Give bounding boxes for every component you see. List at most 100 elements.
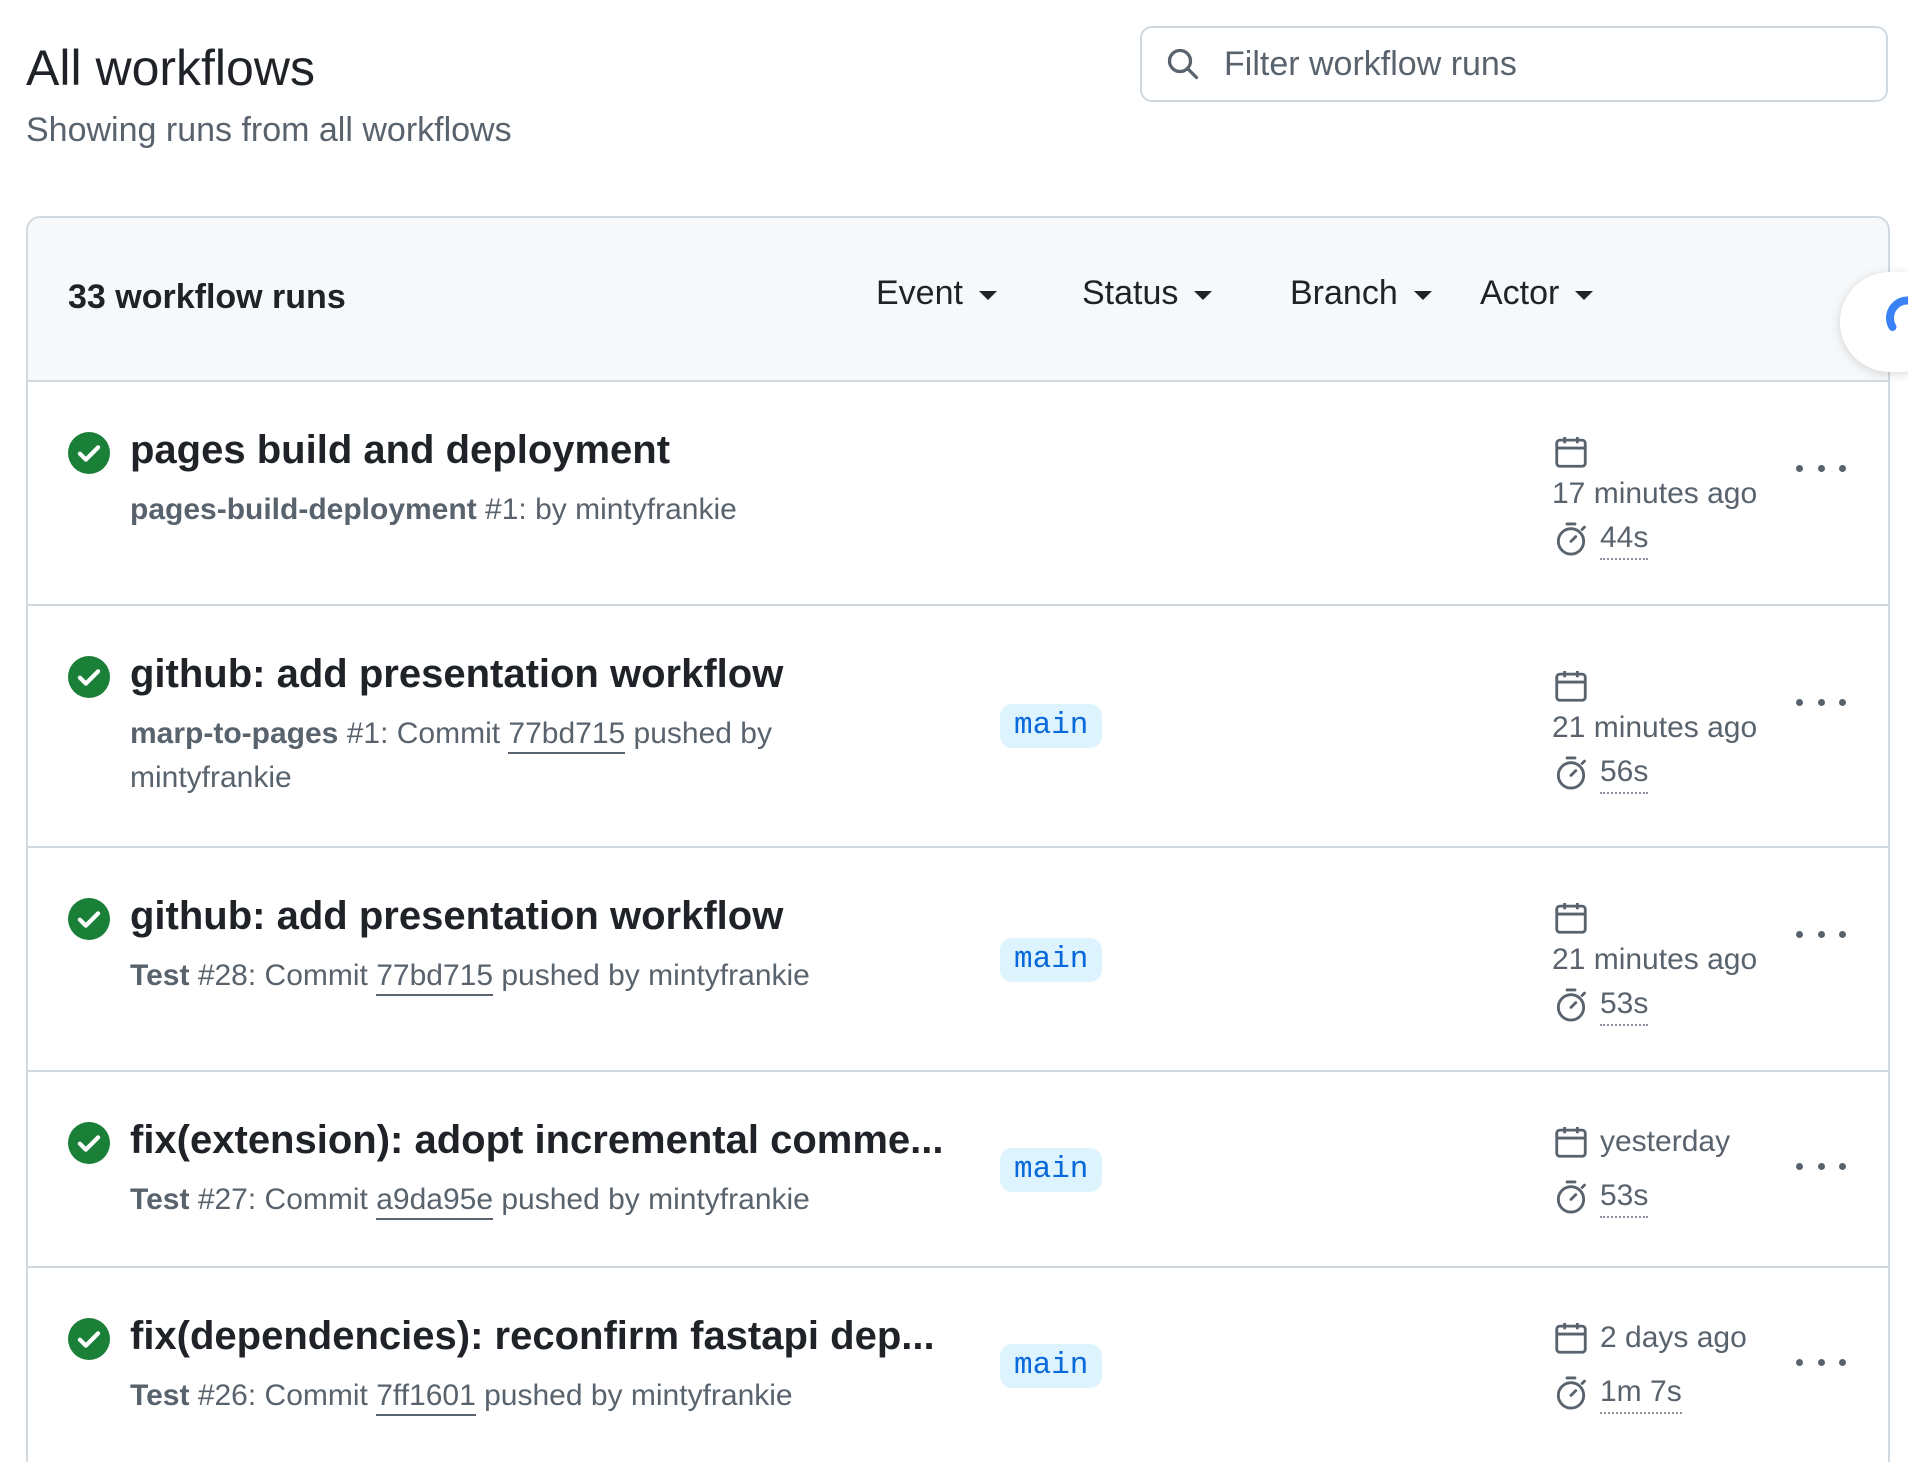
calendar-icon [1555, 1322, 1587, 1354]
list-header: 33 workflow runs Event Status Branch Act… [28, 218, 1888, 382]
run-when: 17 minutes ago [1552, 477, 1758, 510]
workflow-name[interactable]: Test [130, 1379, 189, 1412]
duration-value: 53s [1600, 984, 1649, 1026]
run-time: 2 days ago [1552, 1318, 1747, 1369]
commit-sha-link[interactable]: 77bd715 [508, 717, 626, 754]
commit-sha-link[interactable]: 77bd715 [376, 959, 494, 996]
workflow-run-row[interactable]: github: add presentation workflow Test #… [28, 848, 1888, 1072]
duration-value: 1m 7s [1600, 1372, 1682, 1414]
assistant-logo-icon [1886, 296, 1908, 331]
stopwatch-icon [1556, 988, 1586, 1022]
run-meta: Test #27: Commit a9da95e pushed by minty… [130, 1178, 830, 1222]
workflow-name[interactable]: marp-to-pages [130, 717, 338, 750]
run-number: #26 [197, 1379, 248, 1412]
workflow-name[interactable]: pages-build-deployment [130, 493, 477, 526]
run-duration: 56s [1552, 752, 1649, 794]
search-input[interactable] [1222, 43, 1866, 85]
more-actions-button[interactable] [1796, 692, 1846, 712]
run-meta-text: pushed by mintyfrankie [493, 1183, 810, 1216]
page-title: All workflows [26, 40, 315, 96]
run-meta-text: : by mintyfrankie [518, 493, 737, 526]
success-check-icon [68, 1318, 110, 1360]
search-icon [1162, 43, 1204, 85]
workflow-run-row[interactable]: github: add presentation workflow marp-t… [28, 606, 1888, 848]
run-time: 17 minutes ago [1552, 432, 1757, 514]
more-actions-button[interactable] [1796, 924, 1846, 944]
branch-badge[interactable]: main [1000, 704, 1103, 748]
run-title[interactable]: pages build and deployment [130, 426, 670, 474]
branch-badge[interactable]: main [1000, 1148, 1103, 1192]
more-actions-button[interactable] [1796, 458, 1846, 478]
event-filter-button[interactable]: Event [876, 274, 997, 313]
stopwatch-icon [1556, 756, 1586, 790]
calendar-icon [1552, 898, 1757, 940]
workflow-runs-list: 33 workflow runs Event Status Branch Act… [26, 216, 1890, 1462]
run-duration: 1m 7s [1552, 1372, 1682, 1414]
run-title[interactable]: fix(dependencies): reconfirm fastapi dep… [130, 1312, 935, 1360]
commit-sha-link[interactable]: a9da95e [376, 1183, 494, 1220]
run-duration: 53s [1552, 1176, 1649, 1218]
run-meta-text: : Commit [247, 1183, 377, 1216]
run-number: #1 [346, 717, 381, 750]
success-check-icon [68, 432, 110, 474]
run-meta-text: pushed by mintyfrankie [475, 1379, 793, 1412]
workflows-page: All workflows Showing runs from all work… [0, 0, 1908, 1462]
run-when: yesterday [1600, 1125, 1731, 1158]
duration-value: 53s [1600, 1176, 1649, 1218]
filter-workflow-runs-field[interactable] [1140, 26, 1888, 102]
run-meta-text: : Commit [380, 717, 509, 750]
caret-down-icon [1575, 291, 1594, 300]
actor-filter-label: Actor [1480, 274, 1560, 312]
calendar-icon [1552, 432, 1757, 474]
branch-filter-button[interactable]: Branch [1290, 274, 1432, 313]
run-time: 21 minutes ago [1552, 666, 1757, 748]
run-duration: 53s [1552, 984, 1649, 1026]
caret-down-icon [978, 291, 997, 300]
run-meta-text: pushed by mintyfrankie [493, 959, 810, 992]
stopwatch-icon [1556, 1180, 1586, 1214]
calendar-icon [1555, 1126, 1587, 1158]
run-number: #1 [485, 493, 519, 526]
duration-value: 44s [1600, 518, 1649, 560]
status-filter-button[interactable]: Status [1082, 274, 1213, 313]
status-filter-label: Status [1082, 274, 1179, 312]
workflow-run-row[interactable]: pages build and deployment pages-build-d… [28, 382, 1888, 606]
more-actions-button[interactable] [1796, 1156, 1846, 1176]
run-meta-text: : Commit [247, 959, 377, 992]
workflow-run-row[interactable]: fix(dependencies): reconfirm fastapi dep… [28, 1268, 1888, 1462]
run-meta: Test #28: Commit 77bd715 pushed by minty… [130, 954, 830, 998]
run-title[interactable]: github: add presentation workflow [130, 650, 783, 698]
branch-badge[interactable]: main [1000, 938, 1103, 982]
success-check-icon [68, 898, 110, 940]
branch-filter-label: Branch [1290, 274, 1398, 312]
caret-down-icon [1413, 291, 1432, 300]
run-meta: marp-to-pages #1: Commit 77bd715 pushed … [130, 712, 830, 800]
workflow-name[interactable]: Test [130, 1183, 189, 1216]
success-check-icon [68, 1122, 110, 1164]
run-number: #27 [197, 1183, 248, 1216]
run-meta: Test #26: Commit 7ff1601 pushed by minty… [130, 1374, 830, 1418]
run-title[interactable]: fix(extension): adopt incremental comme.… [130, 1116, 944, 1164]
branch-badge[interactable]: main [1000, 1344, 1103, 1388]
commit-sha-link[interactable]: 7ff1601 [376, 1379, 476, 1416]
stopwatch-icon [1556, 1376, 1586, 1410]
event-filter-label: Event [876, 274, 963, 312]
workflow-runs-count: 33 workflow runs [68, 278, 346, 316]
success-check-icon [68, 656, 110, 698]
run-meta: pages-build-deployment #1: by mintyfrank… [130, 488, 830, 532]
calendar-icon [1552, 666, 1757, 708]
workflow-run-row[interactable]: fix(extension): adopt incremental comme.… [28, 1072, 1888, 1268]
run-when: 21 minutes ago [1552, 711, 1758, 744]
run-duration: 44s [1552, 518, 1649, 560]
run-title[interactable]: github: add presentation workflow [130, 892, 783, 940]
run-meta-text: : Commit [247, 1379, 377, 1412]
run-number: #28 [197, 959, 248, 992]
run-when: 21 minutes ago [1552, 943, 1758, 976]
duration-value: 56s [1600, 752, 1649, 794]
caret-down-icon [1194, 291, 1213, 300]
run-time: 21 minutes ago [1552, 898, 1757, 980]
stopwatch-icon [1556, 522, 1586, 556]
workflow-name[interactable]: Test [130, 959, 189, 992]
more-actions-button[interactable] [1796, 1352, 1846, 1372]
actor-filter-button[interactable]: Actor [1480, 274, 1594, 313]
